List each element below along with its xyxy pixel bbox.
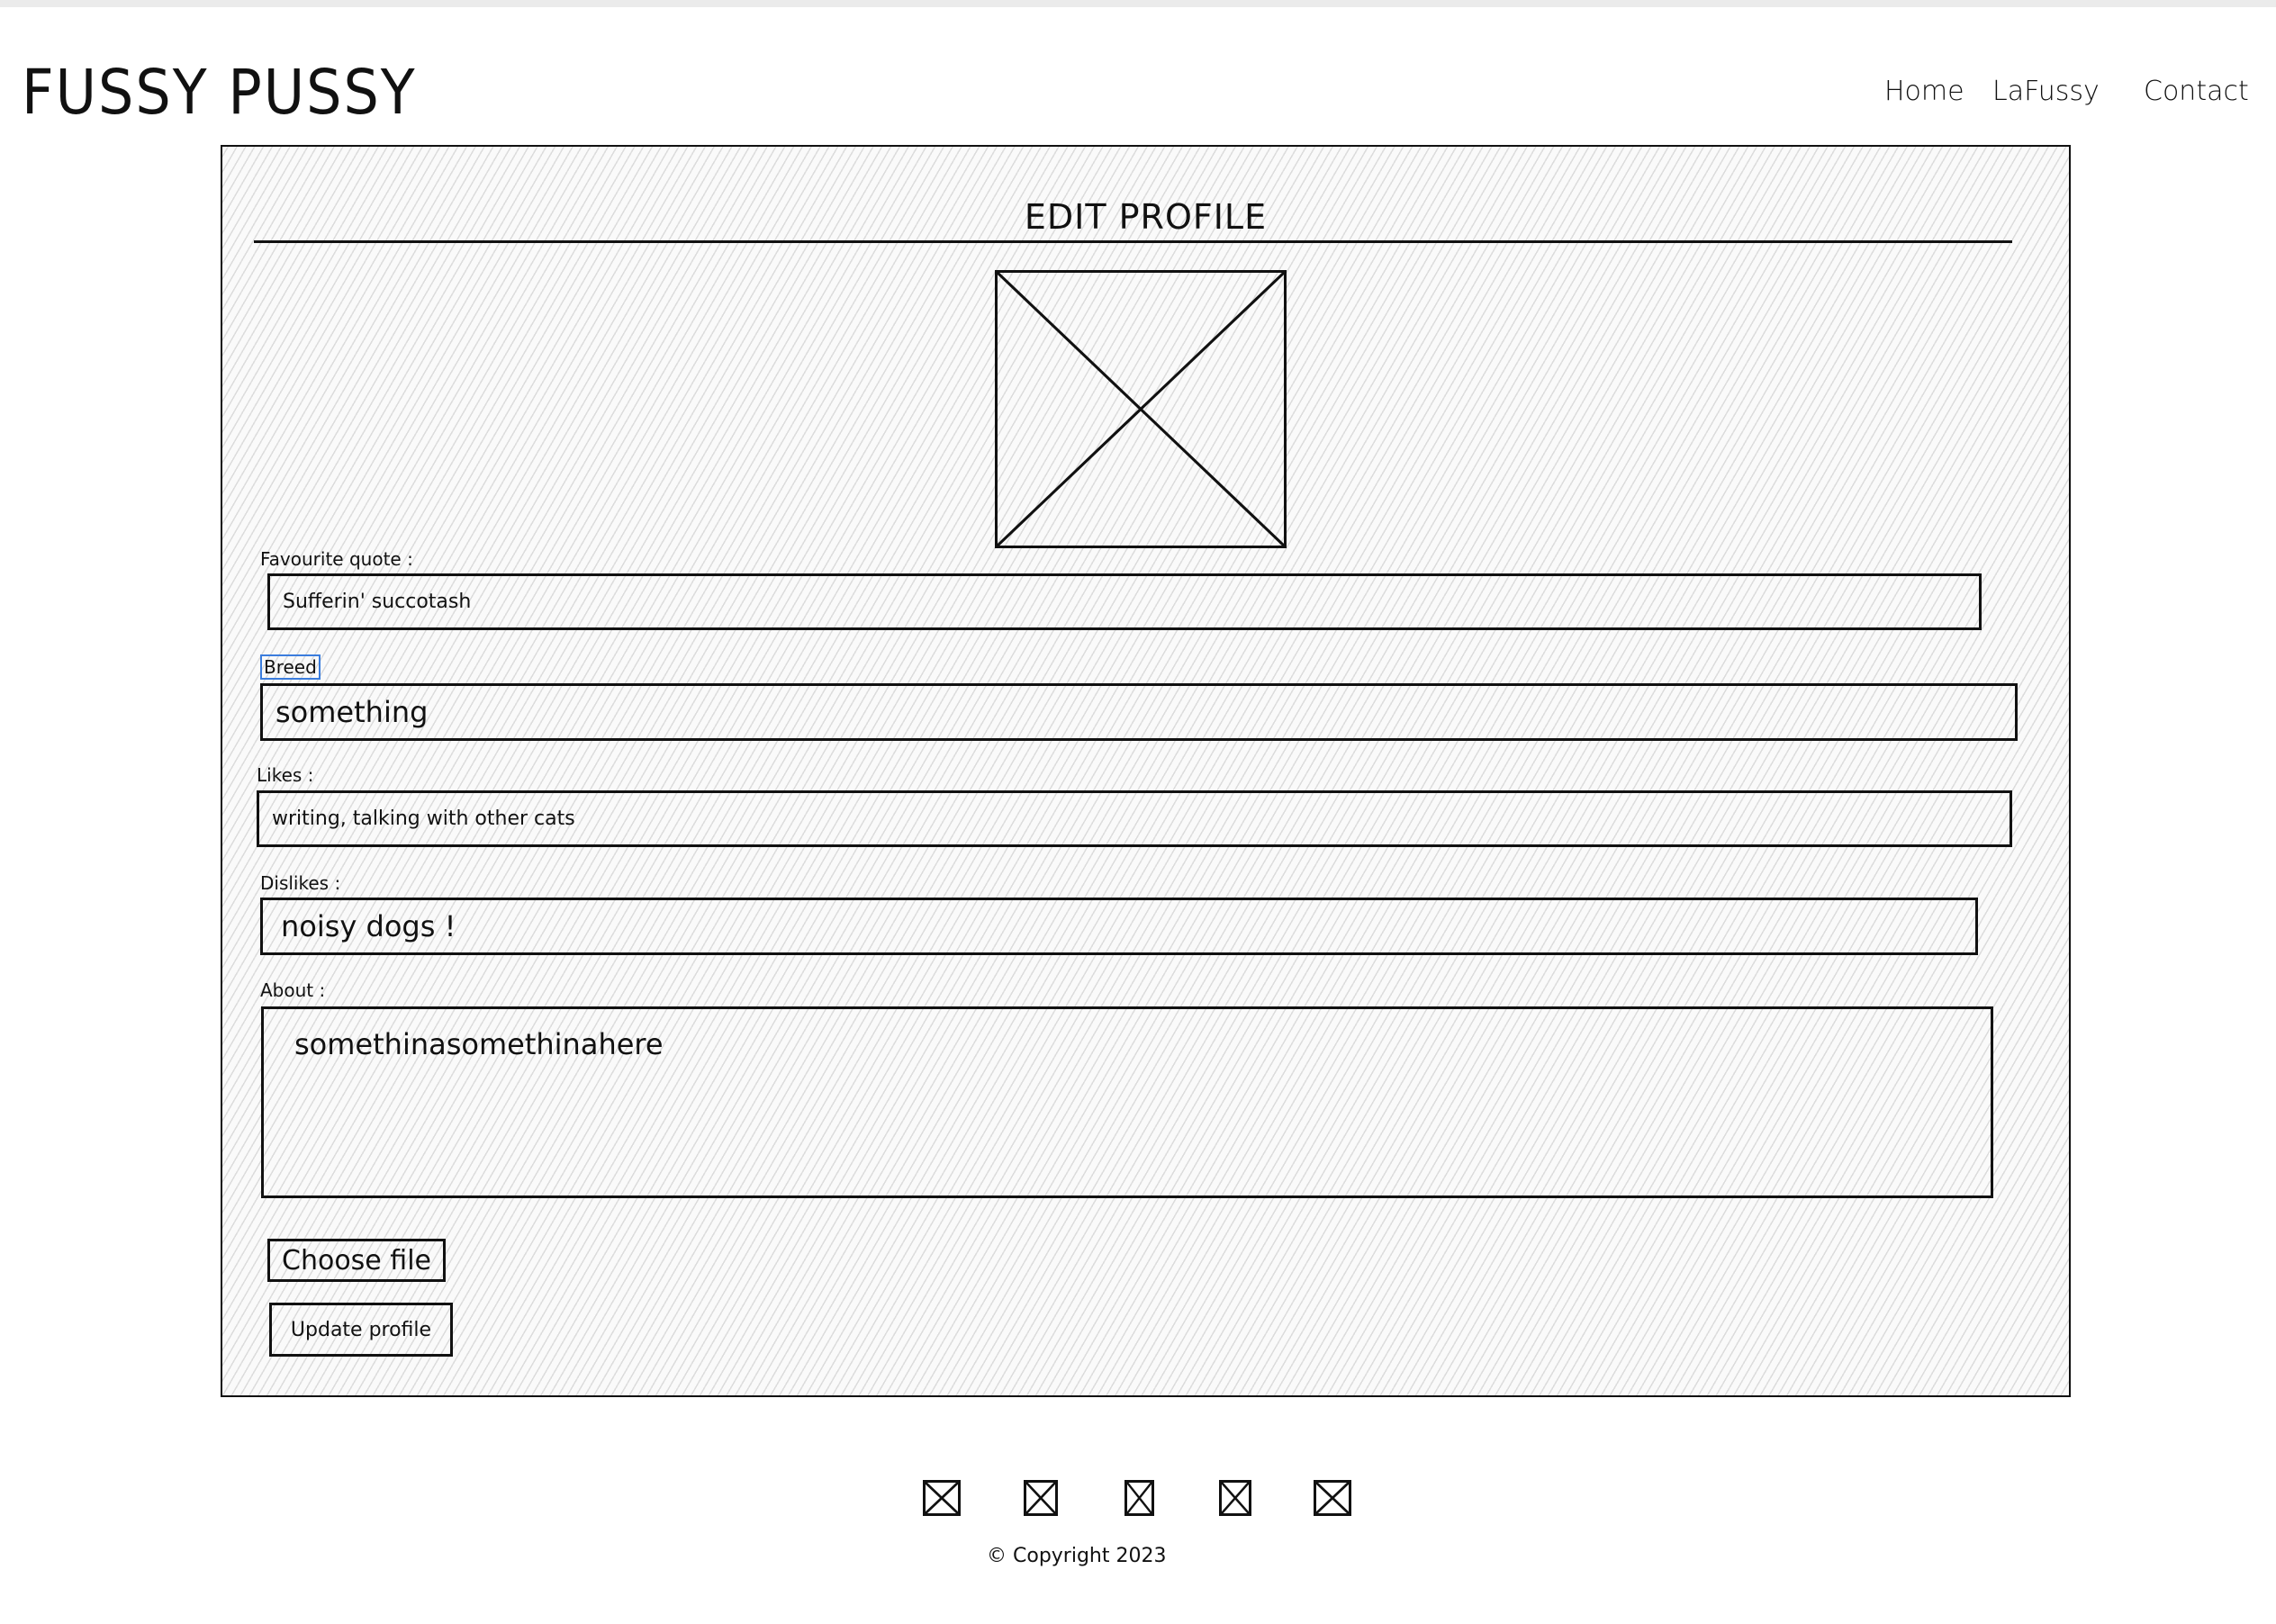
nav-contact[interactable]: Contact: [2144, 76, 2249, 107]
nav-home[interactable]: Home: [1884, 76, 1964, 107]
update-profile-button[interactable]: Update profile: [269, 1303, 453, 1357]
about-textarea[interactable]: somethinasomethinahere: [261, 1006, 1993, 1198]
nav-lafussy[interactable]: LaFussy: [1992, 76, 2100, 107]
browser-top-bar: [0, 0, 2276, 7]
choose-file-button[interactable]: Choose file: [267, 1239, 446, 1282]
likes-input[interactable]: writing, talking with other cats: [257, 790, 2012, 847]
social-icon-1[interactable]: [923, 1480, 961, 1516]
social-icon-5[interactable]: [1314, 1480, 1351, 1516]
edit-profile-panel: EDIT PROFILE Favourite quote : Sufferin'…: [221, 145, 2071, 1397]
favourite-quote-label: Favourite quote :: [260, 548, 413, 570]
profile-image-placeholder-icon: [995, 270, 1287, 548]
dislikes-input[interactable]: noisy dogs !: [260, 898, 1978, 955]
breed-label: Breed: [260, 654, 321, 680]
social-icon-3[interactable]: [1124, 1480, 1154, 1516]
social-icon-2[interactable]: [1024, 1480, 1058, 1516]
favourite-quote-input[interactable]: Sufferin' succotash: [267, 573, 1982, 630]
copyright: © Copyright 2023: [987, 1545, 1167, 1567]
brand-logo[interactable]: FUSSY PUSSY: [22, 56, 417, 128]
social-icon-4[interactable]: [1219, 1480, 1251, 1516]
likes-label: Likes :: [257, 764, 314, 786]
breed-input[interactable]: something: [260, 683, 2018, 741]
title-divider: [254, 240, 2012, 243]
dislikes-label: Dislikes :: [260, 872, 341, 894]
about-label: About :: [260, 979, 326, 1001]
page-title: EDIT PROFILE: [1024, 197, 1268, 237]
